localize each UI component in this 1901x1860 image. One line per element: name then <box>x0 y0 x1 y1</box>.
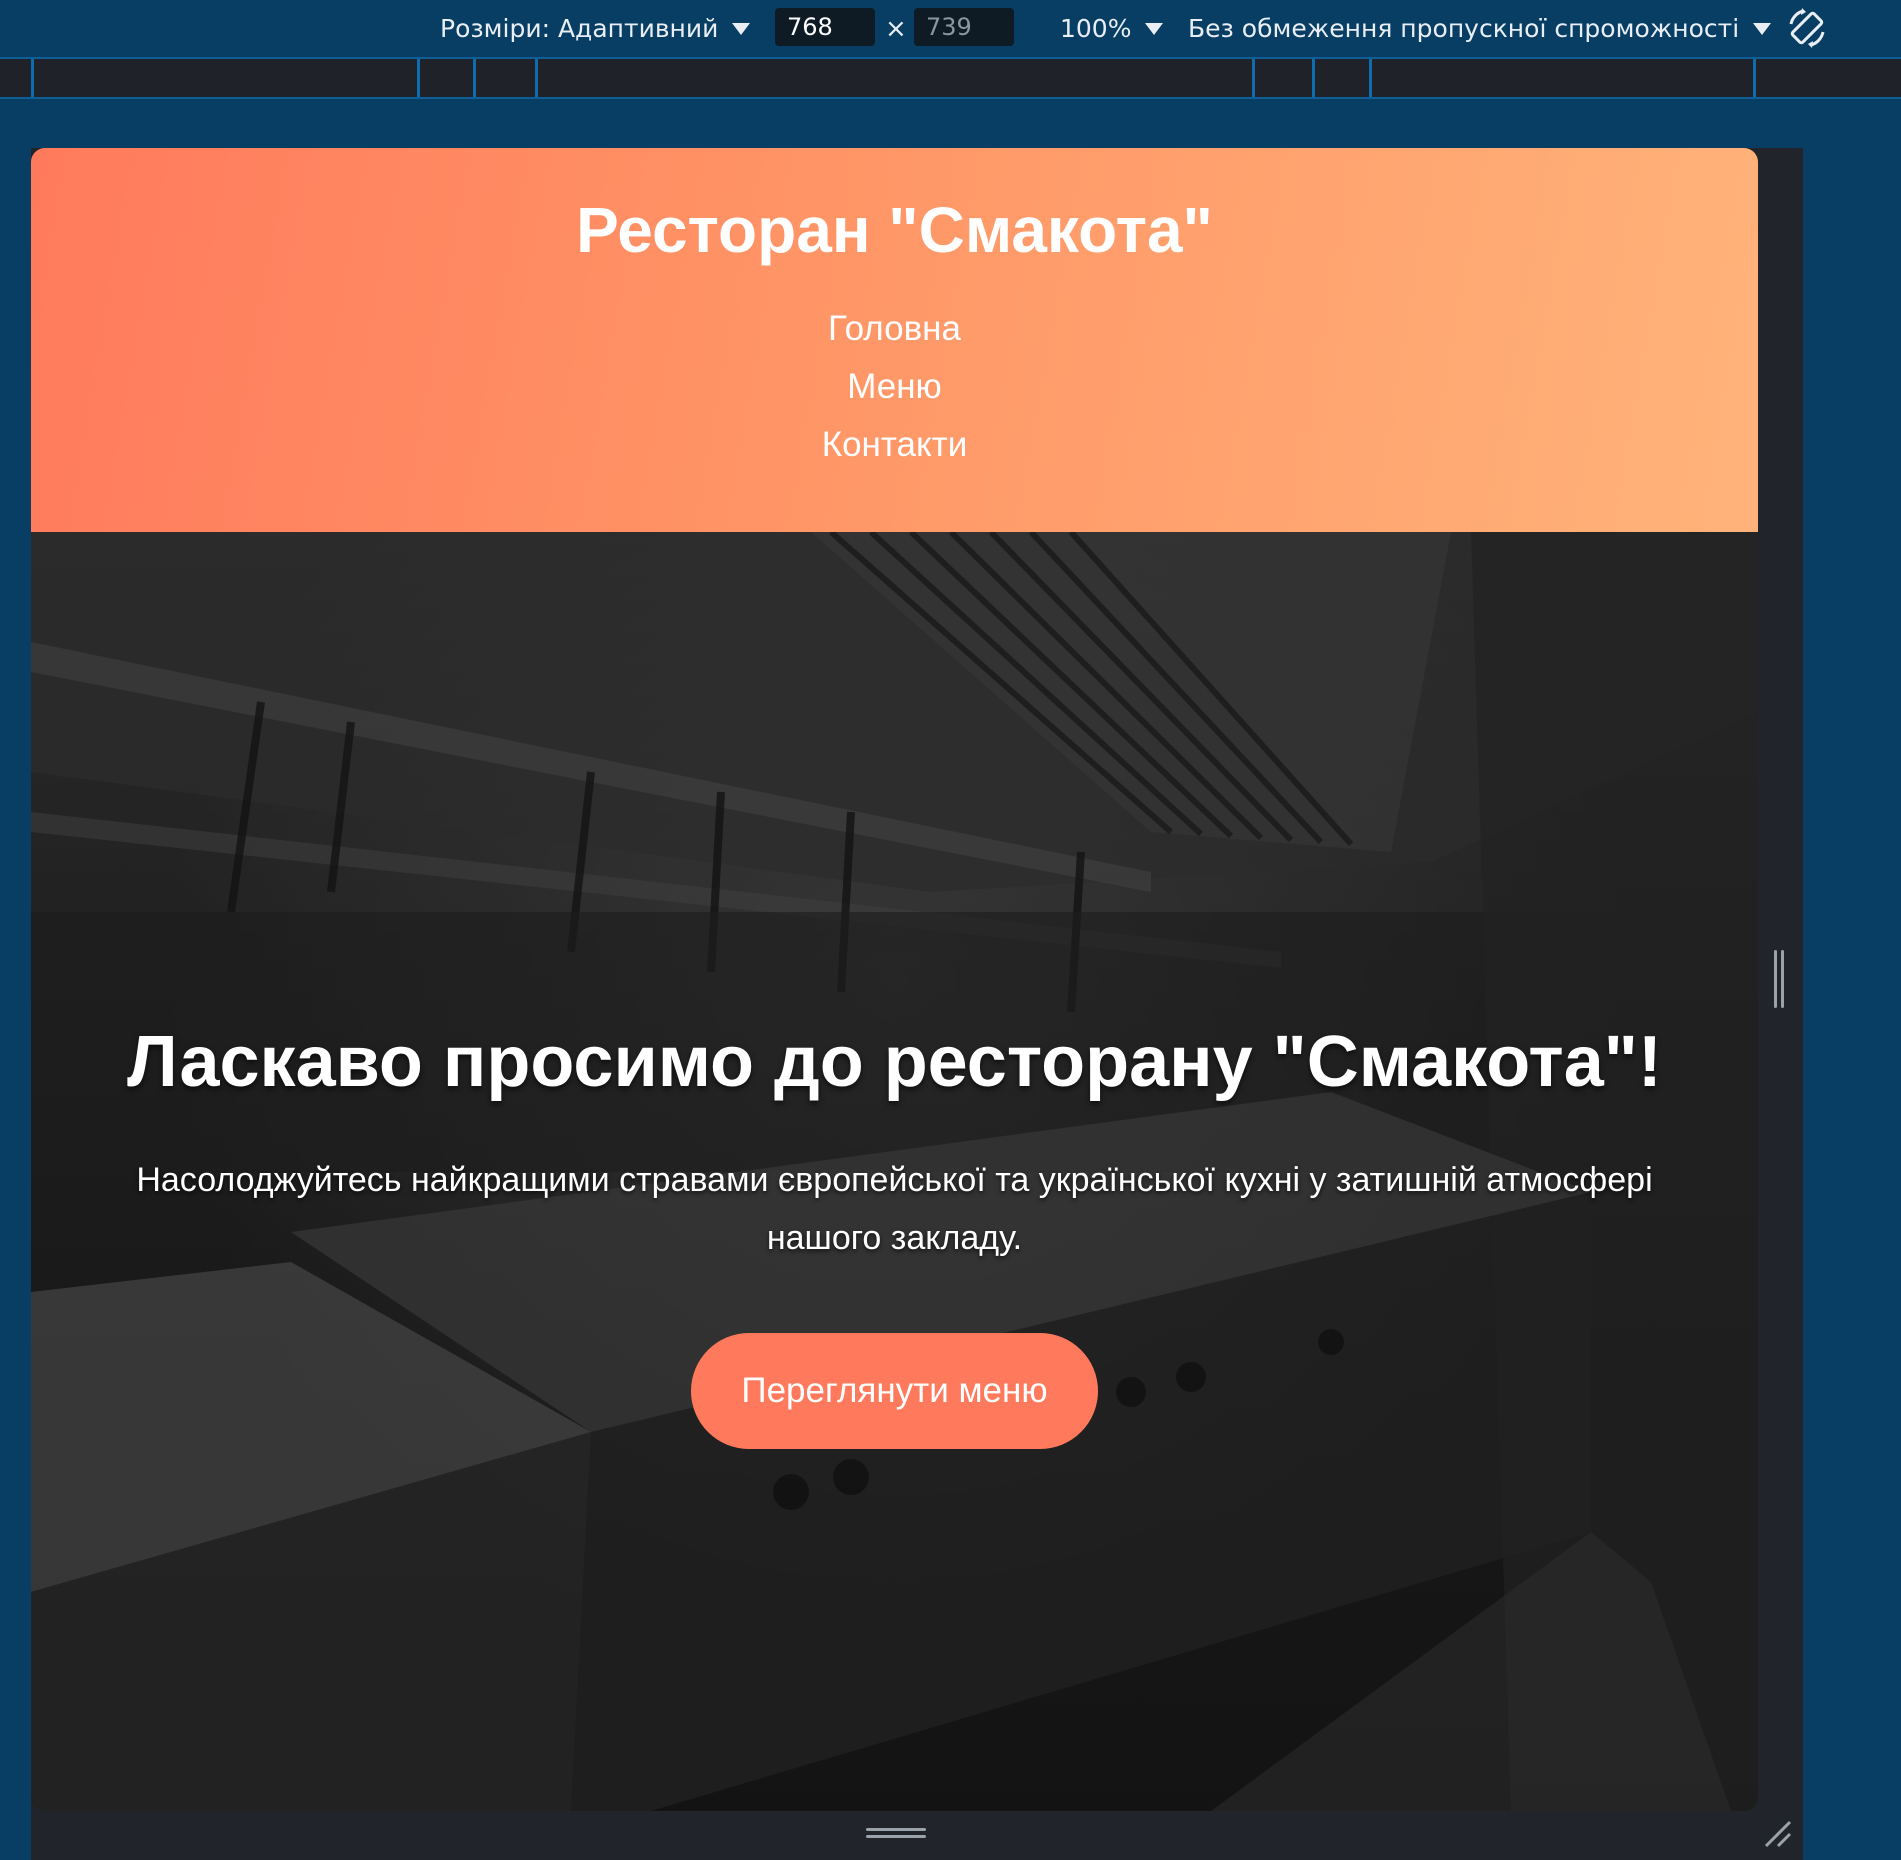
emulated-page: Ресторан "Смакота" Головна Меню Контакти <box>31 148 1758 1811</box>
throttling-dropdown[interactable]: Без обмеження пропускної спроможності <box>1188 0 1772 57</box>
mq-marker[interactable] <box>1753 59 1756 97</box>
device-toolbar: Розміри: Адаптивний × 100% Без обмеження… <box>0 0 1901 59</box>
mq-marker[interactable] <box>535 59 538 97</box>
zoom-dropdown[interactable]: 100% <box>1060 0 1164 57</box>
mq-marker[interactable] <box>1312 59 1315 97</box>
dimensions-caret-icon <box>732 22 751 35</box>
mq-marker[interactable] <box>31 59 34 97</box>
site-nav: Головна Меню Контакти <box>31 300 1758 474</box>
throttling-label: Без обмеження пропускної спроможності <box>1188 14 1740 43</box>
throttling-caret-icon <box>1753 22 1772 35</box>
mq-marker[interactable] <box>1252 59 1255 97</box>
zoom-caret-icon <box>1145 22 1164 35</box>
viewport-width-resize-handle[interactable] <box>1772 950 1786 1008</box>
hero-title: Ласкаво просимо до ресторану "Смакота"! <box>127 1022 1662 1102</box>
width-input[interactable] <box>775 8 875 46</box>
corner-resize-icon[interactable] <box>1762 1818 1794 1850</box>
nav-link-home[interactable]: Головна <box>31 300 1758 358</box>
site-header: Ресторан "Смакота" Головна Меню Контакти <box>31 148 1758 532</box>
viewport-height-resize-handle[interactable] <box>866 1826 926 1840</box>
mq-marker[interactable] <box>417 59 420 97</box>
mq-marker[interactable] <box>1369 59 1372 97</box>
hero-content: Ласкаво просимо до ресторану "Смакота"! … <box>31 1017 1758 1449</box>
nav-link-contacts[interactable]: Контакти <box>31 416 1758 474</box>
view-menu-button[interactable]: Переглянути меню <box>691 1333 1098 1449</box>
site-title: Ресторан "Смакота" <box>576 194 1213 266</box>
times-symbol: × <box>885 13 907 44</box>
rotate-icon[interactable] <box>1785 6 1829 50</box>
mq-marker[interactable] <box>473 59 476 97</box>
height-input[interactable] <box>914 8 1014 46</box>
media-query-bar <box>0 59 1901 97</box>
dimensions-dropdown[interactable]: Розміри: Адаптивний <box>440 0 751 57</box>
toolbar-divider <box>0 97 1901 99</box>
hero-description: Насолоджуйтесь найкращими стравами європ… <box>136 1161 1653 1257</box>
nav-link-menu[interactable]: Меню <box>31 358 1758 416</box>
dimensions-label: Розміри: Адаптивний <box>440 14 719 43</box>
hero-section: Ласкаво просимо до ресторану "Смакота"! … <box>31 532 1758 1811</box>
zoom-label: 100% <box>1060 14 1132 43</box>
